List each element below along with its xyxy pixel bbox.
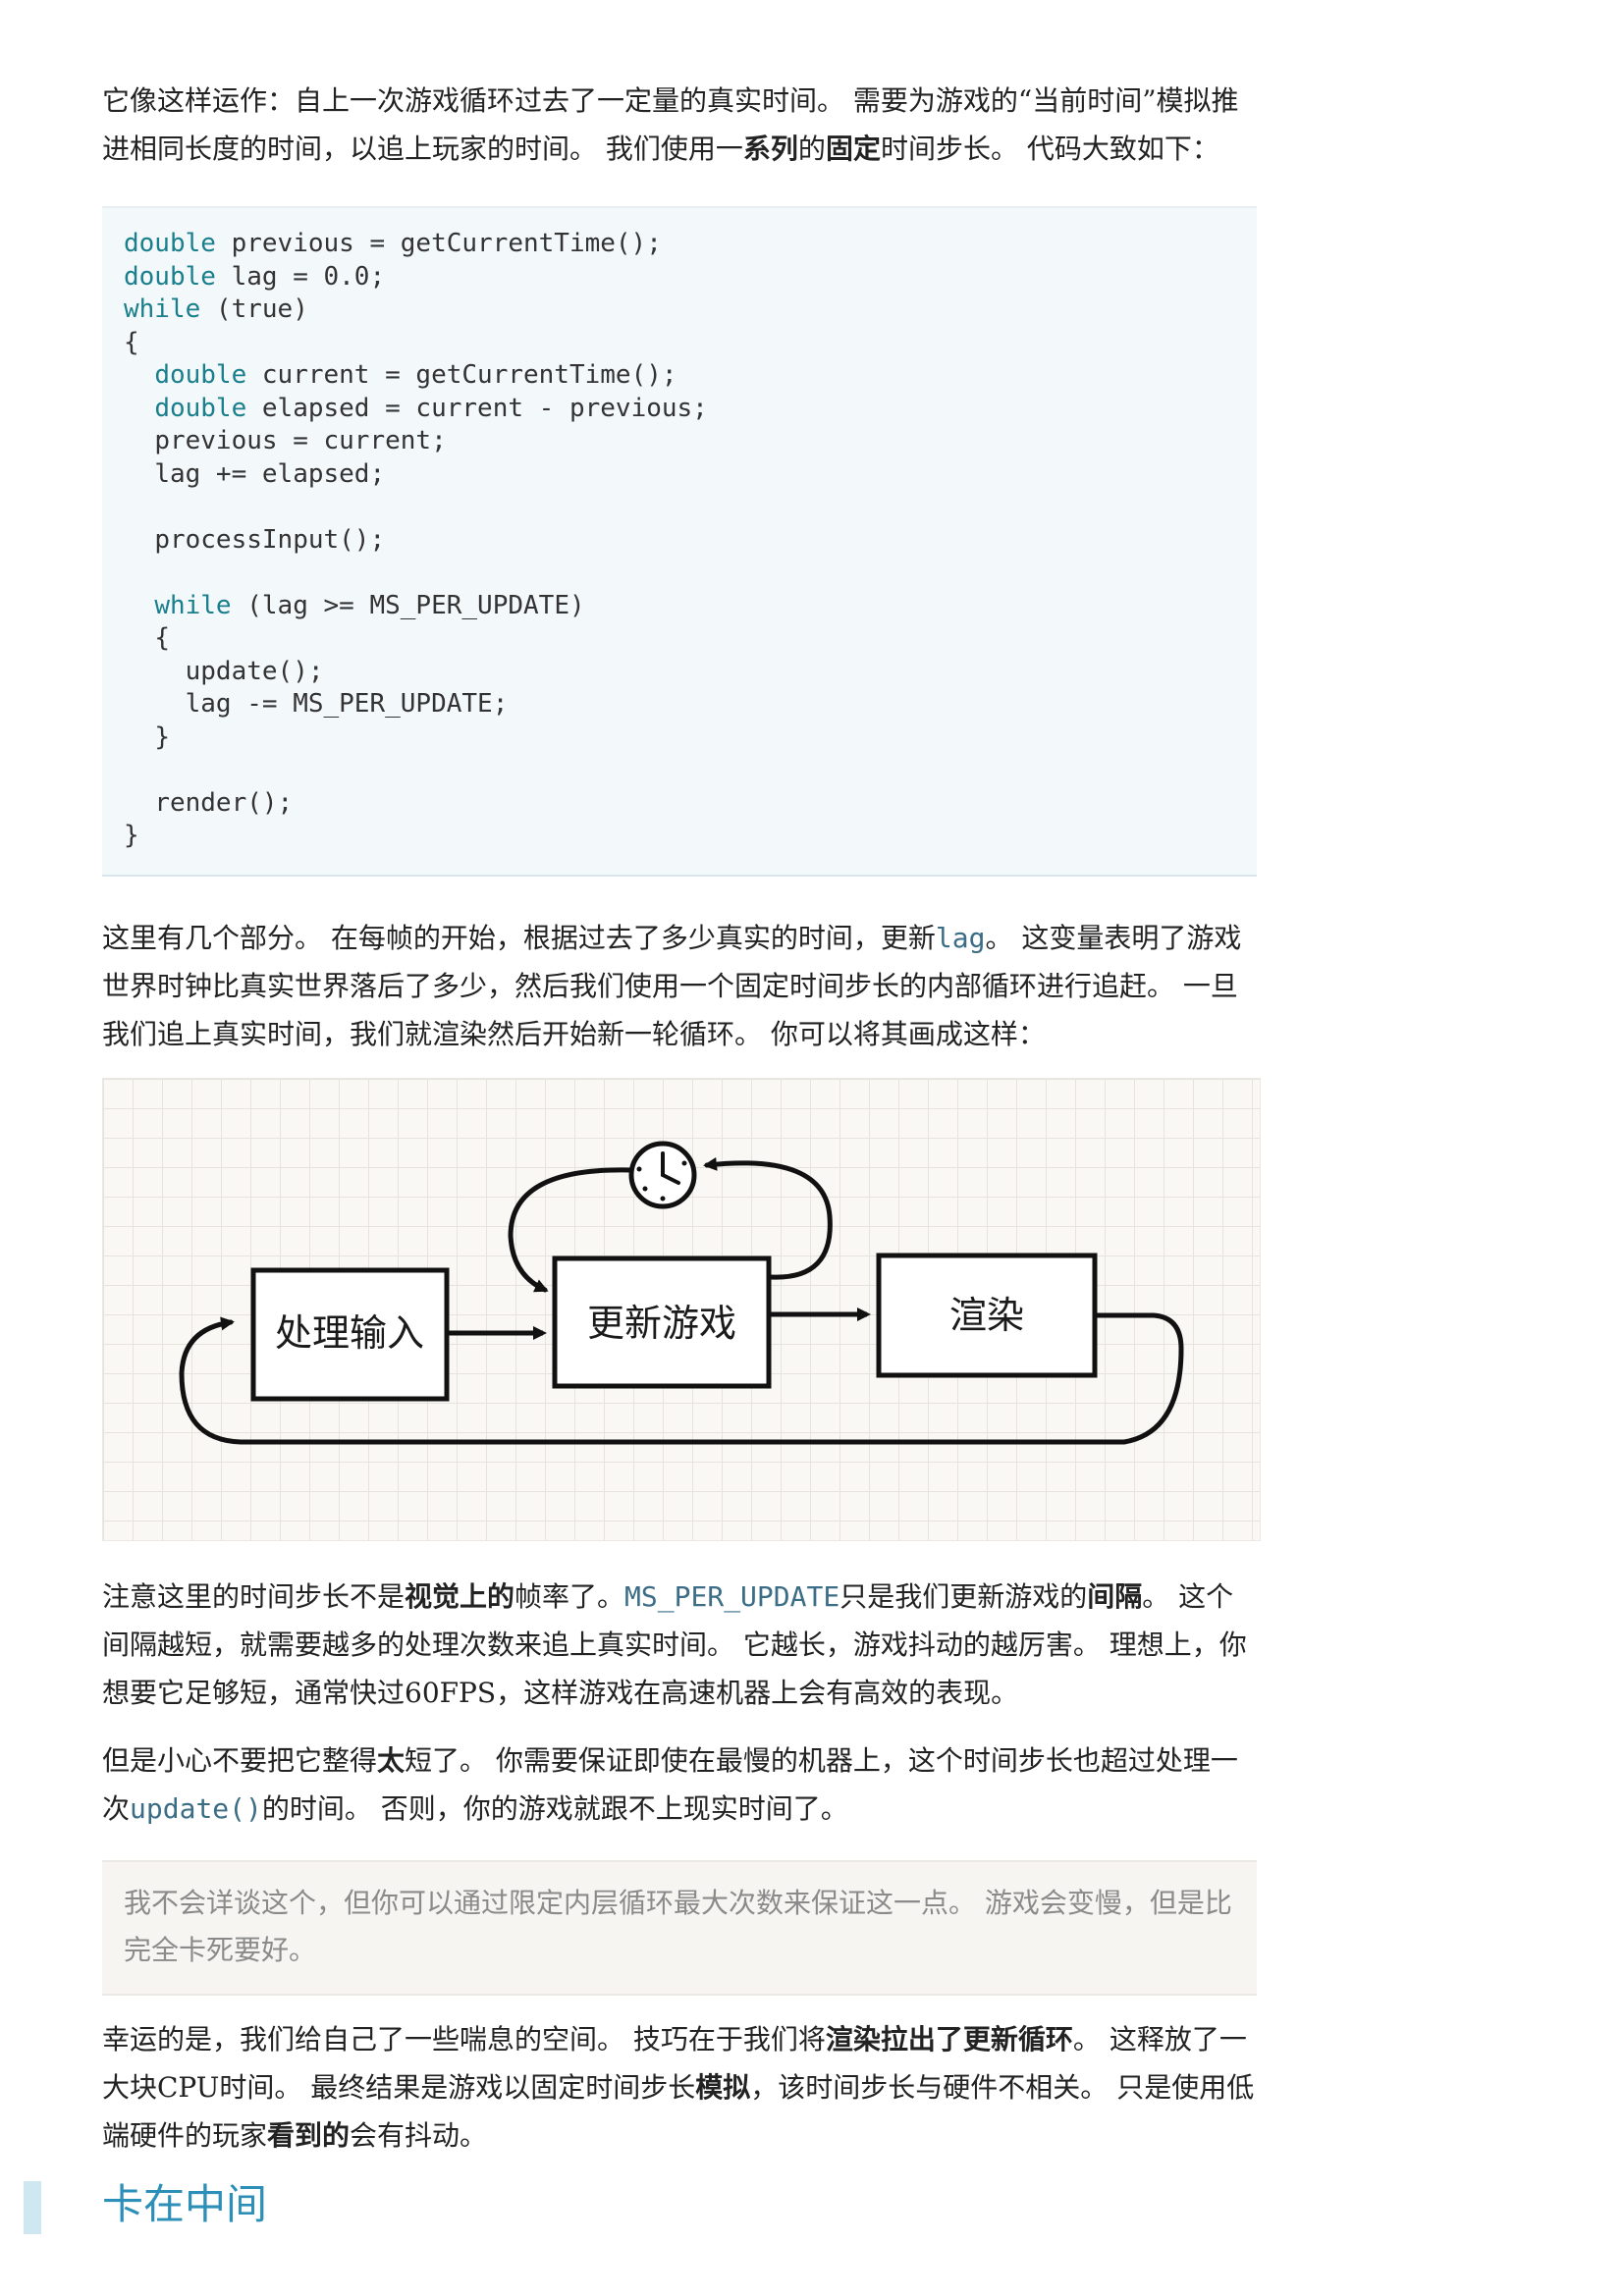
code-text: (lag >= MS_PER_UPDATE) bbox=[231, 590, 585, 620]
inline-code: MS_PER_UPDATE bbox=[624, 1579, 840, 1613]
code-keyword: double bbox=[124, 261, 216, 292]
code-text: { bbox=[154, 623, 170, 653]
code-text: { bbox=[124, 327, 139, 357]
paragraph-time-step: 注意这里的时间步长不是视觉上的帧率了。MS_PER_UPDATE只是我们更新游戏… bbox=[102, 1573, 1257, 1717]
code-text: current = getCurrentTime(); bbox=[246, 360, 677, 390]
code-text: } bbox=[154, 721, 170, 752]
bold-text: 模拟 bbox=[695, 2070, 751, 2104]
bold-text: 太 bbox=[377, 1743, 406, 1777]
bold-text: 固定 bbox=[825, 133, 881, 165]
code-text: elapsed = current - previous; bbox=[246, 393, 708, 423]
text: 会有抖动。 bbox=[350, 2118, 488, 2152]
bold-text: 系列 bbox=[742, 133, 798, 165]
text: 只是我们更新游戏的 bbox=[839, 1579, 1088, 1613]
text: 但是小心不要把它整得 bbox=[102, 1743, 378, 1777]
code-line: double previous = getCurrentTime(); bbox=[124, 229, 662, 258]
code-line: } bbox=[124, 722, 170, 752]
bold-text: 视觉上的 bbox=[405, 1579, 515, 1613]
page-content: 它像这样运作：自上一次游戏循环过去了一定量的真实时间。 需要为游戏的“当前时间”… bbox=[102, 77, 1261, 2179]
code-text: } bbox=[124, 821, 139, 850]
code-line: render(); bbox=[124, 788, 293, 818]
aside-note: 我不会详谈这个，但你可以通过限定内层循环最大次数来保证这一点。 游戏会变慢，但是… bbox=[102, 1859, 1257, 1996]
bold-text: 渲染拉出了更新循环 bbox=[825, 2022, 1073, 2056]
code-text: previous = current; bbox=[154, 426, 447, 455]
text: 时间步长。 代码大致如下： bbox=[880, 133, 1219, 165]
inline-code: lag bbox=[935, 921, 986, 954]
text: 帧率了。 bbox=[514, 1579, 625, 1613]
code-text: previous = getCurrentTime(); bbox=[215, 229, 662, 258]
code-line: } bbox=[124, 821, 139, 850]
game-loop-diagram: 处理输入 更新游戏 渲染 bbox=[102, 1077, 1261, 1541]
code-text: lag += elapsed; bbox=[154, 458, 386, 489]
code-line: double current = getCurrentTime(); bbox=[124, 360, 677, 390]
code-keyword: while bbox=[124, 294, 201, 324]
code-keyword: double bbox=[154, 360, 247, 390]
code-line: processInput(); bbox=[124, 525, 385, 555]
code-line: while (true) bbox=[124, 294, 308, 324]
code-line: lag += elapsed; bbox=[124, 459, 385, 489]
bold-text: 看到的 bbox=[267, 2118, 351, 2152]
text: 注意这里的时间步长不是 bbox=[102, 1579, 406, 1613]
code-text: processInput(); bbox=[154, 524, 386, 555]
text: 的时间。 否则，你的游戏就跟不上现实时间了。 bbox=[261, 1791, 848, 1825]
code-line: double lag = 0.0; bbox=[124, 262, 385, 292]
bold-text: 间隔 bbox=[1087, 1579, 1143, 1613]
code-keyword: double bbox=[154, 393, 247, 423]
code-line: previous = current; bbox=[124, 426, 447, 455]
code-keyword: double bbox=[124, 229, 216, 258]
text: 幸运的是，我们给自己了一些喘息的空间。 技巧在于我们将 bbox=[102, 2022, 826, 2056]
code-line: { bbox=[124, 328, 139, 357]
code-text: lag = 0.0; bbox=[215, 261, 386, 292]
section-marker bbox=[24, 2181, 41, 2234]
text: 这里有几个部分。 在每帧的开始，根据过去了多少真实的时间，更新 bbox=[102, 921, 936, 954]
paragraph-parts: 这里有几个部分。 在每帧的开始，根据过去了多少真实的时间，更新lag。 这变量表… bbox=[102, 914, 1257, 1058]
code-line: lag -= MS_PER_UPDATE; bbox=[124, 689, 509, 719]
clock-icon bbox=[628, 1141, 697, 1208]
diagram-svg: 处理输入 更新游戏 渲染 bbox=[179, 1141, 1184, 1444]
update-game-label: 更新游戏 bbox=[587, 1302, 736, 1345]
code-line: { bbox=[124, 623, 170, 653]
code-text: lag -= MS_PER_UPDATE; bbox=[185, 689, 509, 719]
code-line: update(); bbox=[124, 657, 324, 686]
paragraph-how-it-works: 它像这样运作：自上一次游戏循环过去了一定量的真实时间。 需要为游戏的“当前时间”… bbox=[102, 77, 1257, 173]
paragraph-careful: 但是小心不要把它整得太短了。 你需要保证即使在最慢的机器上，这个时间步长也超过处… bbox=[102, 1736, 1257, 1833]
code-line: double elapsed = current - previous; bbox=[124, 394, 708, 423]
code-text: render(); bbox=[154, 787, 294, 818]
text: 的 bbox=[797, 133, 826, 165]
render-label: 渲染 bbox=[949, 1294, 1024, 1337]
code-text: (true) bbox=[200, 294, 308, 324]
inline-code: update() bbox=[130, 1791, 262, 1825]
code-text: update(); bbox=[185, 656, 324, 686]
code-line: while (lag >= MS_PER_UPDATE) bbox=[124, 590, 585, 620]
section-heading: 卡在中间 bbox=[102, 2180, 268, 2228]
code-block: double previous = getCurrentTime(); doub… bbox=[102, 206, 1257, 877]
process-input-label: 处理输入 bbox=[275, 1311, 424, 1355]
code-keyword: while bbox=[154, 590, 232, 620]
paragraph-lucky: 幸运的是，我们给自己了一些喘息的空间。 技巧在于我们将渲染拉出了更新循环。 这释… bbox=[102, 2015, 1257, 2160]
